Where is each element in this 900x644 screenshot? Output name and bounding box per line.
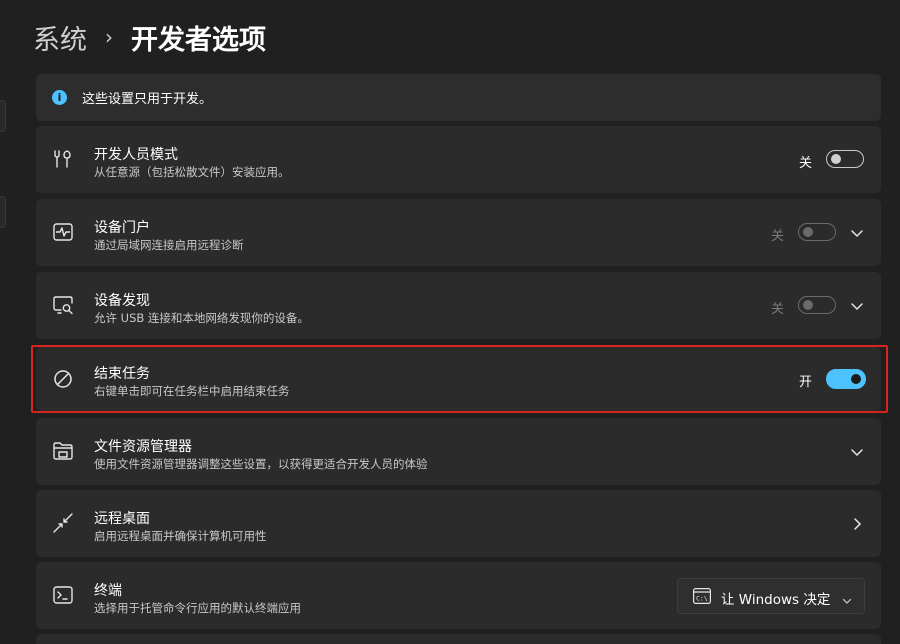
info-text: 这些设置只用于开发。	[82, 92, 213, 107]
setting-title: 结束任务	[94, 366, 150, 382]
svg-text:C:\: C:\	[696, 595, 708, 603]
chevron-right-icon[interactable]	[850, 517, 864, 531]
setting-title: 文件资源管理器	[94, 439, 192, 455]
toggle-state-label: 关	[771, 302, 785, 317]
toggle-state-label: 开	[799, 375, 813, 390]
device-discovery-toggle	[798, 296, 836, 314]
setting-row-file-explorer[interactable]: 文件资源管理器 使用文件资源管理器调整这些设置，以获得更适合开发人员的体验	[36, 418, 881, 485]
breadcrumb-parent[interactable]: 系统	[33, 18, 87, 57]
toggle-state-label: 关	[771, 229, 785, 244]
end-task-icon	[52, 368, 74, 390]
settings-page: 系统 › 开发者选项 i 这些设置只用于开发。 开发人员模式 从任意源（包括松散…	[0, 0, 900, 644]
file-explorer-icon	[52, 440, 74, 462]
device-discovery-icon	[52, 294, 74, 316]
setting-title: 开发人员模式	[94, 147, 178, 163]
tools-icon	[52, 148, 74, 170]
chevron-down-icon[interactable]	[850, 445, 864, 459]
info-icon: i	[52, 90, 67, 105]
setting-row-remote-desktop[interactable]: 远程桌面 启用远程桌面并确保计算机可用性	[36, 490, 881, 557]
terminal-icon	[52, 584, 74, 606]
setting-description: 通过局域网连接启用远程诊断	[94, 238, 244, 252]
chevron-down-icon[interactable]	[850, 226, 864, 240]
breadcrumb-separator: ›	[105, 25, 113, 49]
setting-description: 右键单击即可在任务栏中启用结束任务	[94, 384, 290, 398]
chevron-down-icon[interactable]	[850, 299, 864, 313]
setting-title: 远程桌面	[94, 511, 150, 527]
nav-pane-edge[interactable]	[0, 100, 6, 132]
setting-row-end-task[interactable]: 结束任务 右键单击即可在任务栏中启用结束任务 开	[36, 347, 881, 411]
info-bar: i 这些设置只用于开发。	[36, 74, 881, 121]
setting-description: 从任意源（包括松散文件）安装应用。	[94, 165, 290, 179]
setting-title: 设备门户	[94, 220, 150, 236]
setting-description: 使用文件资源管理器调整这些设置，以获得更适合开发人员的体验	[94, 457, 428, 471]
setting-title: 设备发现	[94, 293, 150, 309]
developer-mode-toggle[interactable]	[826, 150, 864, 168]
setting-row-partial[interactable]	[36, 634, 881, 644]
end-task-toggle[interactable]	[826, 369, 866, 389]
setting-description: 选择用于托管命令行应用的默认终端应用	[94, 601, 301, 615]
toggle-state-label: 关	[799, 156, 813, 171]
device-portal-toggle	[798, 223, 836, 241]
setting-title: 终端	[94, 583, 122, 599]
setting-description: 允许 USB 连接和本地网络发现你的设备。	[94, 311, 309, 325]
device-portal-icon	[52, 221, 74, 243]
setting-row-developer-mode[interactable]: 开发人员模式 从任意源（包括松散文件）安装应用。 关	[36, 126, 881, 193]
setting-row-device-discovery[interactable]: 设备发现 允许 USB 连接和本地网络发现你的设备。 关	[36, 272, 881, 339]
remote-desktop-icon	[52, 512, 74, 534]
default-terminal-dropdown[interactable]: C:\ 让 Windows 决定	[677, 578, 865, 614]
chevron-down-icon	[842, 591, 852, 604]
breadcrumb: 系统 › 开发者选项	[33, 14, 266, 60]
console-icon: C:\	[693, 588, 711, 605]
setting-description: 启用远程桌面并确保计算机可用性	[94, 529, 267, 543]
setting-row-device-portal[interactable]: 设备门户 通过局域网连接启用远程诊断 关	[36, 199, 881, 266]
nav-pane-edge[interactable]	[0, 196, 6, 228]
dropdown-value: 让 Windows 决定	[721, 592, 831, 608]
page-title: 开发者选项	[131, 24, 266, 56]
